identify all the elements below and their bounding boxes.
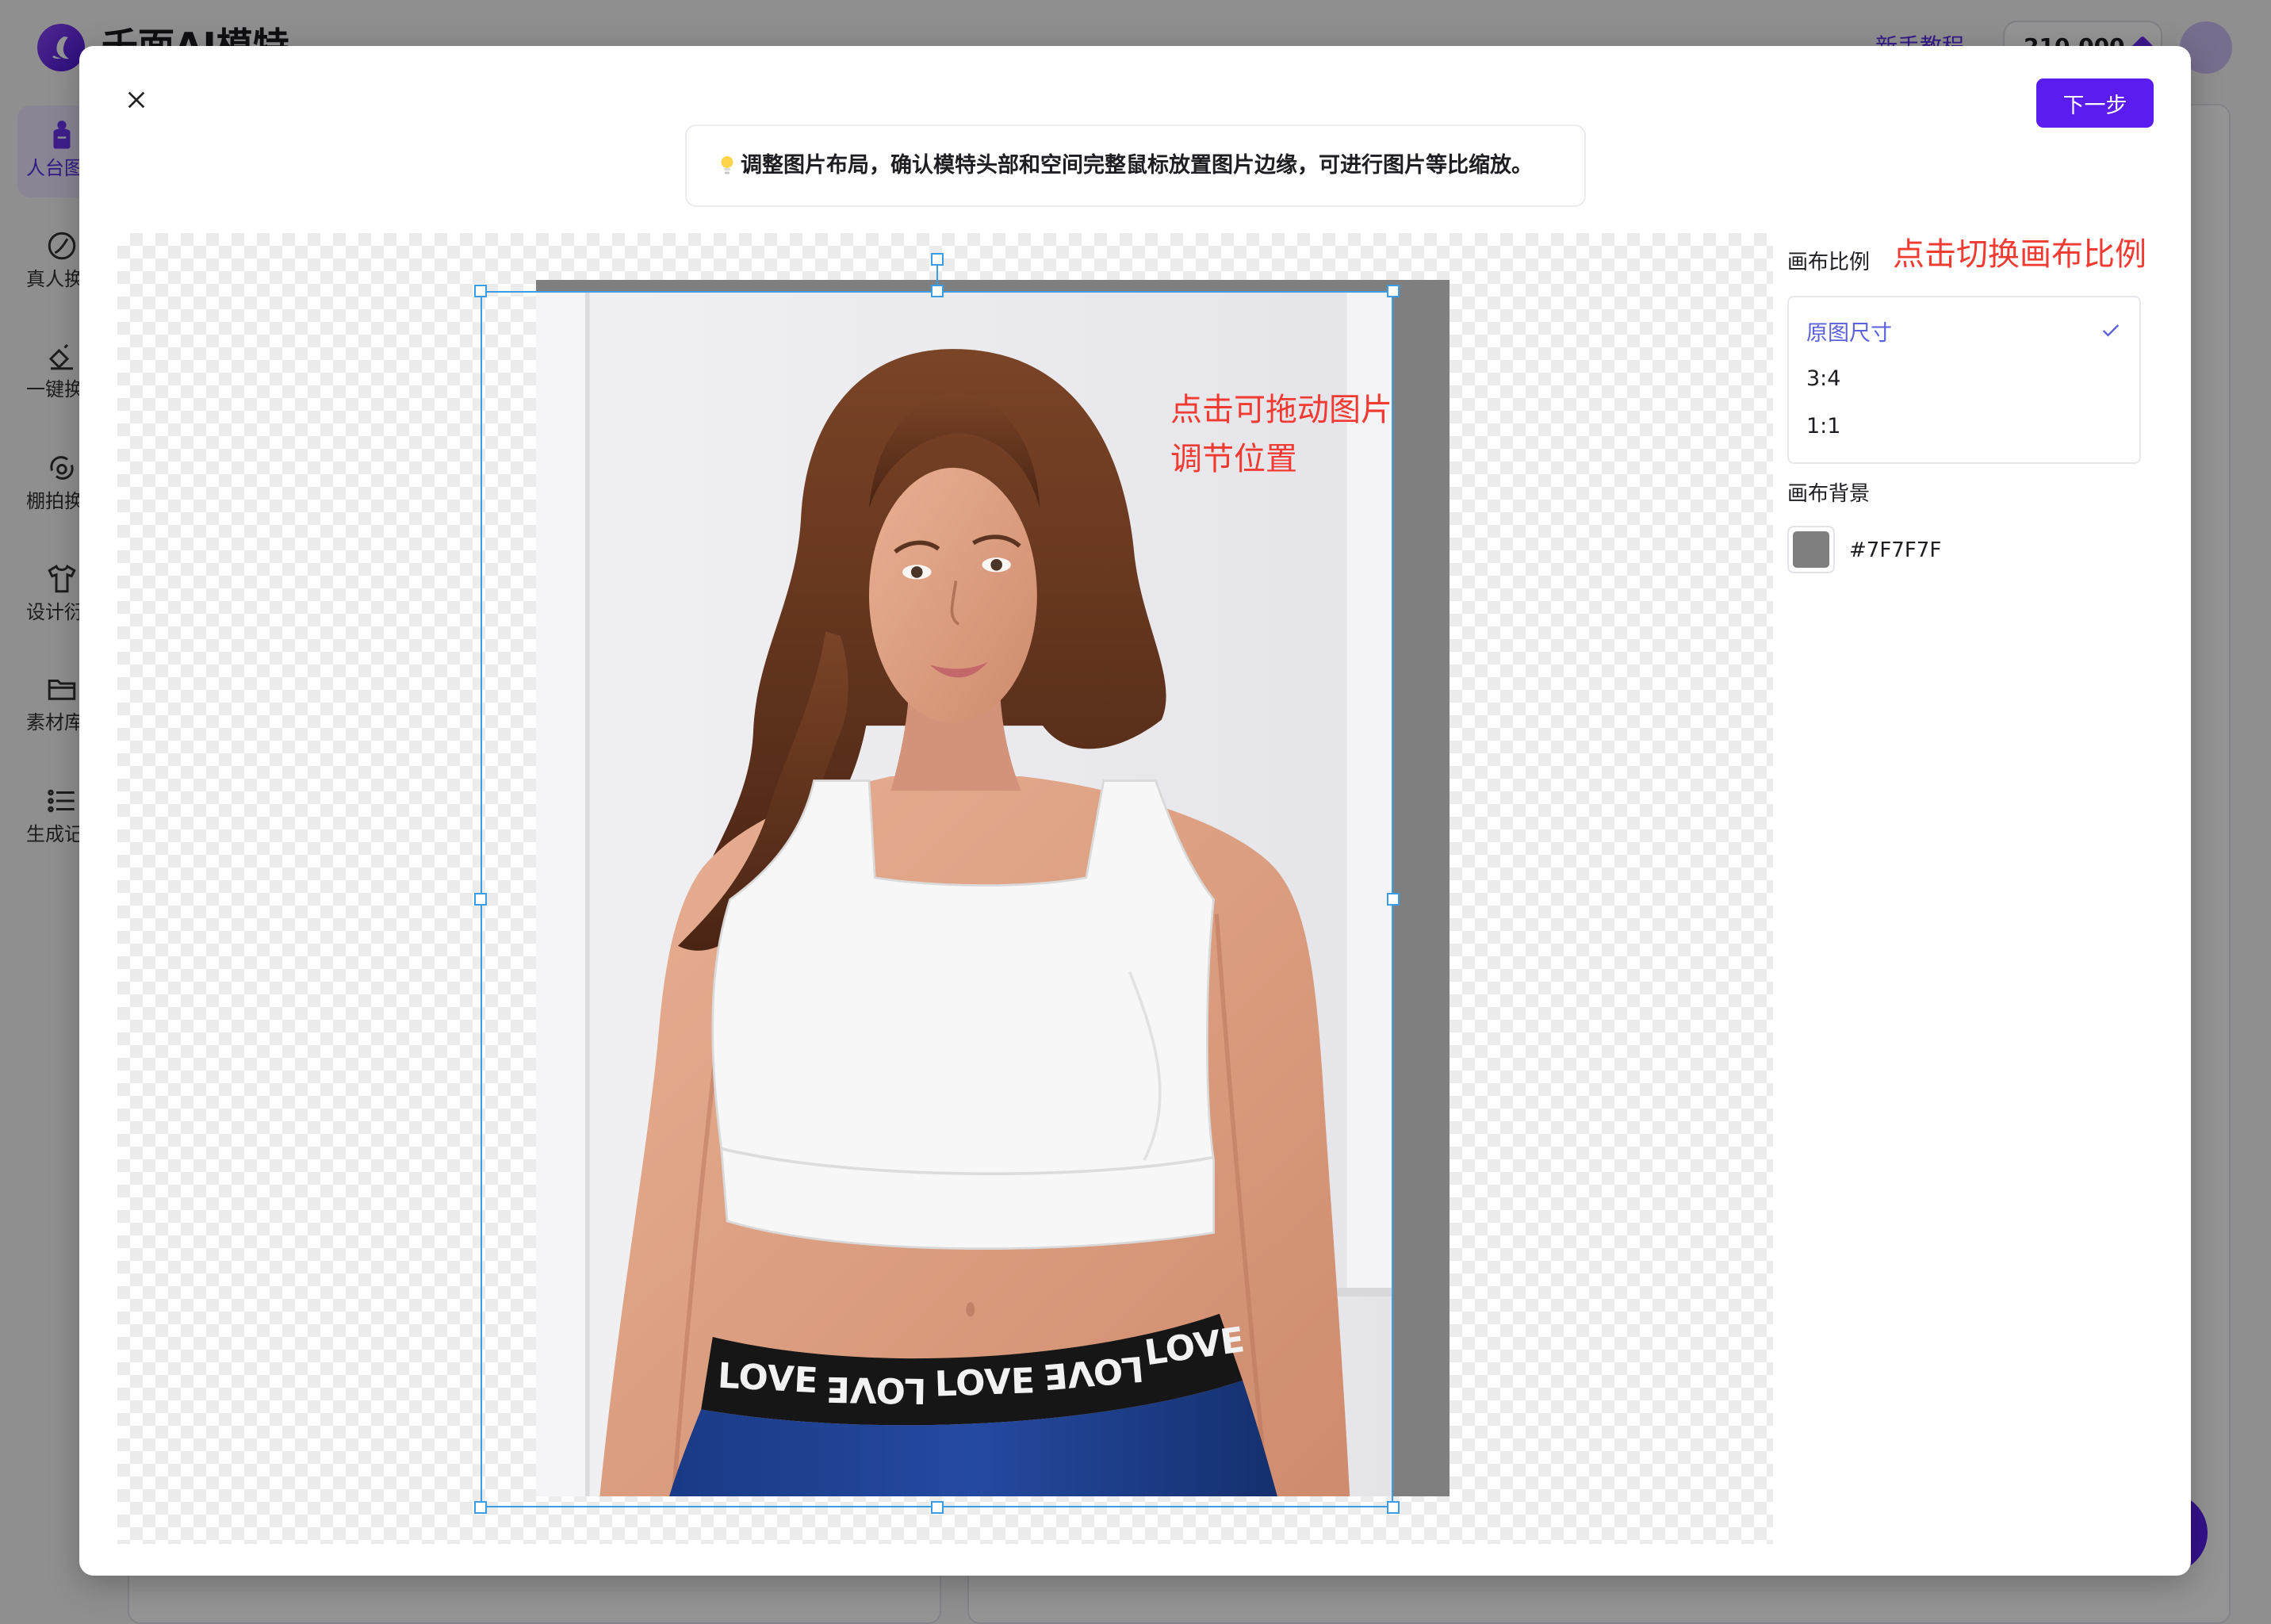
resize-handle-bottom-right[interactable] <box>1387 1501 1400 1514</box>
ratio-option-label: 原图尺寸 <box>1806 320 1892 346</box>
check-icon <box>2100 320 2122 342</box>
rotate-handle[interactable] <box>931 253 944 266</box>
lightbulb-icon <box>720 154 734 178</box>
ratio-option-label: 1:1 <box>1806 413 1841 439</box>
tip-banner: 调整图片布局，确认模特头部和空间完整鼠标放置图片边缘，可进行图片等比缩放。 <box>685 124 1586 207</box>
resize-handle-top[interactable] <box>931 285 944 297</box>
canvas-area[interactable]: LOVE LOVE LOVE LOVE LOVE 点击可拖动图片 调节位置 <box>117 233 1773 1544</box>
canvas-ratio-label: 画布比例 <box>1787 251 1871 274</box>
ratio-option-original[interactable]: 原图尺寸 <box>1789 307 2139 354</box>
close-button[interactable] <box>121 86 152 117</box>
drag-hint-annotation: 点击可拖动图片 调节位置 <box>1170 385 1392 484</box>
tip-text: 调整图片布局，确认模特头部和空间完整鼠标放置图片边缘，可进行图片等比缩放。 <box>741 153 1533 178</box>
canvas-ratio-options: 原图尺寸 3:4 1:1 <box>1787 296 2141 464</box>
canvas-background-label: 画布背景 <box>1787 482 1871 506</box>
annotation-line: 调节位置 <box>1170 441 1297 477</box>
ratio-option-label: 3:4 <box>1806 366 1841 391</box>
ratio-option-1-1[interactable]: 1:1 <box>1789 402 2139 450</box>
resize-handle-top-left[interactable] <box>474 285 487 297</box>
next-step-button[interactable]: 下一步 <box>2036 79 2154 128</box>
resize-handle-bottom[interactable] <box>931 1501 944 1514</box>
resize-handle-left[interactable] <box>474 893 487 906</box>
ratio-option-3-4[interactable]: 3:4 <box>1789 354 2139 402</box>
ratio-hint-annotation: 点击切换画布比例 <box>1893 236 2147 273</box>
close-icon <box>124 87 149 116</box>
annotation-line: 点击可拖动图片 <box>1170 392 1392 428</box>
background-color-value: #7F7F7F <box>1849 538 1942 562</box>
color-swatch-fill <box>1793 531 1829 568</box>
canvas-layout-dialog: 下一步 调整图片布局，确认模特头部和空间完整鼠标放置图片边缘，可进行图片等比缩放… <box>79 46 2191 1576</box>
resize-handle-right[interactable] <box>1387 893 1400 906</box>
resize-handle-bottom-left[interactable] <box>474 1501 487 1514</box>
background-color-picker[interactable] <box>1787 526 1835 573</box>
resize-handle-top-right[interactable] <box>1387 285 1400 297</box>
